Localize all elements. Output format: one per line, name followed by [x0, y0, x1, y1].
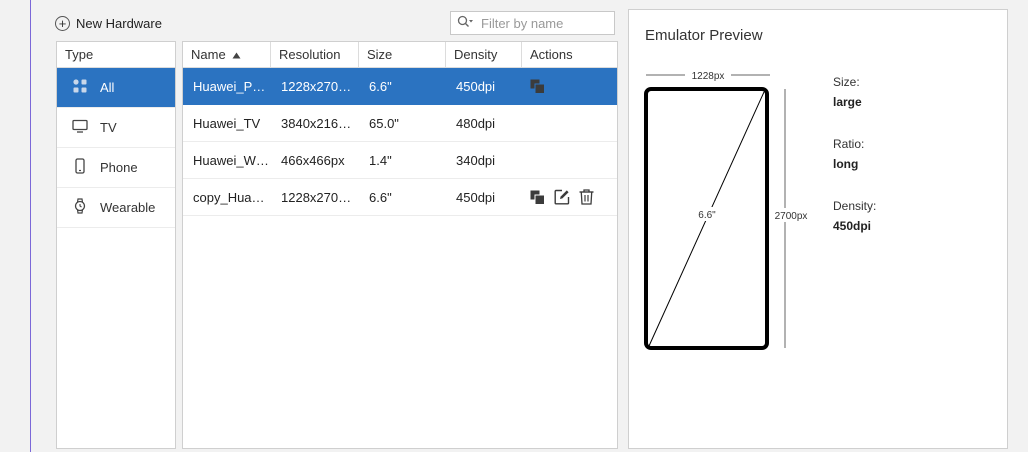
type-item-label: TV [100, 120, 117, 135]
cell-density: 480dpi [456, 115, 496, 131]
cell-resolution: 466x466px [281, 152, 345, 168]
type-panel: Type All TV Phone Wearable [56, 41, 176, 449]
watch-icon [72, 198, 88, 217]
device-table: Name Resolution Size Density Actions Hua… [182, 41, 618, 449]
plus-icon: + [55, 15, 70, 31]
column-header-actions: Actions [530, 46, 573, 62]
cell-density: 450dpi [456, 189, 496, 205]
tv-icon [72, 118, 88, 137]
spec-ratio: Ratio: long [833, 137, 864, 171]
cell-actions [522, 189, 617, 205]
new-hardware-label: New Hardware [76, 15, 162, 31]
type-item-label: Wearable [100, 200, 156, 215]
table-row[interactable]: Huawei_W… 466x466px 1.4" 340dpi [183, 142, 617, 179]
cell-resolution: 1228x270… [281, 78, 352, 94]
table-row[interactable]: Huawei_TV 3840x216… 65.0" 480dpi [183, 105, 617, 142]
cell-resolution: 1228x270… [281, 189, 352, 205]
edit-icon[interactable] [554, 189, 570, 205]
width-label: 1228px [692, 71, 725, 82]
cell-size: 65.0" [369, 115, 399, 131]
cell-name: Huawei_TV [193, 115, 261, 131]
spec-density: Density: 450dpi [833, 199, 876, 233]
filter-field[interactable] [450, 11, 615, 35]
cell-size: 1.4" [369, 152, 392, 168]
filter-input[interactable] [481, 15, 611, 31]
table-row[interactable]: copy_Hua… 1228x270… 6.6" 450dpi [183, 179, 617, 216]
spec-size: Size: large [833, 75, 862, 109]
spec-value: long [833, 157, 859, 171]
toolbar: + New Hardware [55, 13, 162, 33]
type-item-tv[interactable]: TV [57, 108, 175, 148]
type-item-all[interactable]: All [57, 68, 175, 108]
copy-icon[interactable] [530, 79, 545, 94]
height-label: 2700px [775, 211, 808, 222]
spec-value: large [833, 95, 862, 109]
search-icon [457, 15, 475, 32]
diagonal-label: 6.6" [698, 210, 716, 221]
column-header-name[interactable]: Name [183, 42, 271, 67]
column-header-density[interactable]: Density [446, 42, 522, 67]
grid-icon [72, 78, 88, 97]
cell-resolution: 3840x216… [281, 115, 352, 131]
cell-name: Huawei_W… [193, 152, 269, 168]
device-diagram: 1228px 6.6" 2700px [644, 71, 811, 350]
spec-label: Ratio: [833, 137, 865, 151]
phone-icon [72, 158, 88, 177]
table-row[interactable]: Huawei_P… 1228x270… 6.6" 450dpi [183, 68, 617, 105]
cell-actions [522, 79, 617, 94]
spec-value: 450dpi [833, 219, 872, 233]
spec-label: Density: [833, 199, 877, 213]
type-header: Type [57, 42, 175, 68]
type-item-wearable[interactable]: Wearable [57, 188, 175, 228]
cell-size: 6.6" [369, 78, 392, 94]
type-item-phone[interactable]: Phone [57, 148, 175, 188]
emulator-preview-panel: Emulator Preview 1228px 6.6" 2700px Size… [628, 9, 1008, 449]
copy-icon[interactable] [530, 190, 545, 205]
left-strip [0, 0, 31, 452]
cell-density: 450dpi [456, 78, 496, 94]
type-item-label: All [100, 80, 115, 95]
cell-size: 6.6" [369, 189, 392, 205]
delete-icon[interactable] [579, 189, 594, 205]
column-header-resolution[interactable]: Resolution [271, 42, 359, 67]
column-header-size[interactable]: Size [359, 42, 446, 67]
cell-density: 340dpi [456, 152, 496, 168]
cell-name: Huawei_P… [193, 78, 266, 94]
table-header: Name Resolution Size Density Actions [183, 42, 617, 68]
new-hardware-button[interactable]: + New Hardware [55, 15, 162, 31]
spec-label: Size: [833, 75, 860, 89]
type-item-label: Phone [100, 160, 138, 175]
sort-ascending-icon [232, 42, 241, 68]
cell-name: copy_Hua… [193, 189, 265, 205]
